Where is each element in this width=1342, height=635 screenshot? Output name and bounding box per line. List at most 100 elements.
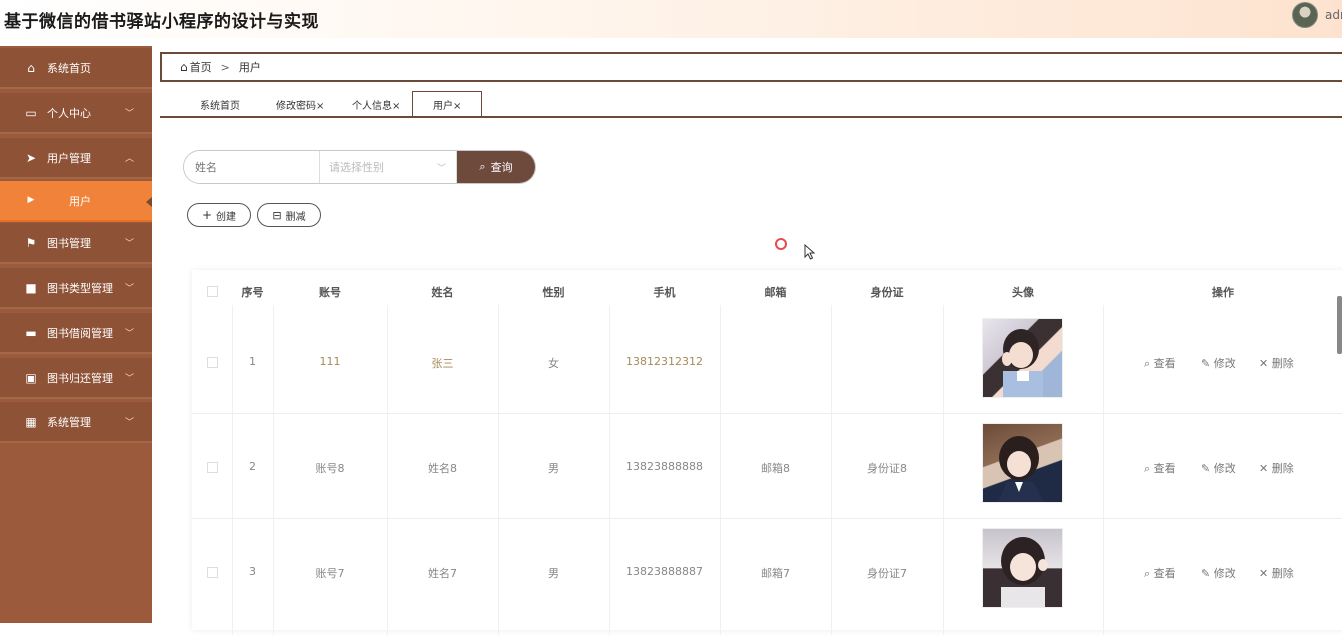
query-button-label: 查询 [490,161,513,174]
column-header[interactable]: 头像 [943,284,1103,300]
sidebar-item-borrow-management[interactable]: ▬ 图书借阅管理 ﹀ [0,313,152,354]
tab-users[interactable]: 用户× [412,91,483,117]
column-header[interactable]: 手机 [609,284,720,300]
cell-phone: 13823888888 [626,460,703,473]
sidebar-item-users[interactable]: ▶ 用户 [0,181,152,222]
sidebar-item-user-management[interactable]: ➤ 用户管理 ︿ [0,138,152,179]
pencil-icon: ✎ [1201,462,1214,475]
chevron-down-icon: ﹀ [436,163,446,174]
sidebar-item-book-type-management[interactable]: ■ 图书类型管理 ﹀ [0,268,152,309]
caret-right-icon: ▶ [27,195,35,205]
home-icon: ⌂ [27,60,35,75]
sidebar: ⌂ 系统首页 ▭ 个人中心 ﹀ ➤ 用户管理 ︿ ▶ 用户 ⚑ 图书管理 ﹀ ■… [0,46,152,623]
gender-select[interactable]: 请选择性别 ﹀ [320,151,457,183]
view-button[interactable]: ⌕ 查看 [1144,565,1176,581]
click-indicator [775,238,787,250]
mouse-cursor-icon [804,244,816,260]
top-bar: 基于微信的借书驿站小程序的设计与实现 admin [0,0,1342,38]
tab-change-password[interactable]: 修改密码× [276,92,324,116]
search-bar: 请选择性别 ﹀ ⌕ 查询 [183,150,536,184]
user-name[interactable]: admin [1325,8,1342,22]
sidebar-item-personal-center[interactable]: ▭ 个人中心 ﹀ [0,93,152,134]
search-icon: ⌕ [1144,462,1154,475]
clipboard-icon: ▣ [25,370,37,385]
row-checkbox[interactable] [207,462,218,473]
sidebar-item-label: 系统首页 [47,61,91,75]
name-search-input[interactable] [184,151,320,183]
breadcrumb: ⌂ 首页 > 用户 [160,52,1342,82]
column-header[interactable]: 身份证 [831,284,943,300]
cell-id-card: 身份证7 [867,567,907,580]
cell-id-card: 身份证8 [867,462,907,475]
edit-label: 修改 [1213,462,1236,475]
sidebar-item-label: 用户管理 [47,151,91,165]
cell-index: 1 [249,355,256,368]
select-all-checkbox[interactable] [207,286,218,297]
minus-box-icon: ⊟ [272,208,282,222]
grid-icon: ▦ [25,414,37,429]
send-icon: ➤ [25,150,37,165]
close-icon: ✕ [1259,357,1272,370]
column-header[interactable]: 序号 [232,284,273,300]
delete-selected-button-label: 删减 [285,211,306,223]
view-button[interactable]: ⌕ 查看 [1144,355,1176,371]
chevron-up-icon: ︿ [124,154,134,164]
avatar-photo[interactable] [982,318,1063,398]
cell-gender: 女 [548,357,559,370]
view-button[interactable]: ⌕ 查看 [1144,460,1176,476]
avatar-photo-art [997,436,1044,502]
active-indicator [146,197,152,207]
column-header[interactable]: 邮箱 [720,284,831,300]
row-checkbox[interactable] [207,567,218,578]
delete-label: 删除 [1271,462,1294,475]
user-avatar[interactable] [1292,2,1318,28]
sidebar-item-label: 图书管理 [47,236,91,250]
tab-personal-info[interactable]: 个人信息× [352,92,400,116]
edit-button[interactable]: ✎ 修改 [1201,355,1236,371]
column-header[interactable]: 账号 [273,284,387,300]
create-button[interactable]: + 创建 [187,203,251,227]
sidebar-item-book-management[interactable]: ⚑ 图书管理 ﹀ [0,223,152,264]
ticket-icon: ▬ [25,325,37,340]
avatar-photo[interactable] [982,423,1063,503]
sidebar-item-system-management[interactable]: ▦ 系统管理 ﹀ [0,402,152,443]
query-button[interactable]: ⌕ 查询 [457,151,535,183]
cell-gender: 男 [548,462,559,475]
chevron-down-icon: ﹀ [124,239,134,249]
breadcrumb-home[interactable]: 首页 [190,59,212,75]
cell-name: 姓名7 [428,567,457,580]
create-button-label: 创建 [216,211,237,223]
delete-button[interactable]: ✕ 删除 [1259,460,1294,476]
edit-button[interactable]: ✎ 修改 [1201,460,1236,476]
chevron-down-icon: ﹀ [124,284,134,294]
cell-index: 2 [249,460,256,473]
sidebar-item-label: 系统管理 [47,415,91,429]
delete-button[interactable]: ✕ 删除 [1259,355,1294,371]
column-header[interactable]: 操作 [1103,284,1342,300]
card-icon: ▭ [25,105,37,120]
cell-index: 3 [249,565,256,578]
column-header[interactable]: 姓名 [387,284,498,300]
breadcrumb-current: 用户 [238,61,261,74]
column-divider [1103,305,1104,635]
home-icon[interactable]: ⌂ [180,60,188,74]
column-header[interactable]: 性别 [498,284,609,300]
view-label: 查看 [1153,567,1176,580]
avatar-photo-art [1002,329,1043,397]
page-scrollbar[interactable] [1337,296,1342,354]
users-table: 序号 账号 姓名 性别 手机 邮箱 身份证 头像 操作 1 111 张三 女 1… [192,270,1342,635]
cell-phone: 13812312312 [626,355,703,368]
sidebar-item-label: 用户 [69,194,91,208]
sidebar-item-home[interactable]: ⌂ 系统首页 [0,48,152,89]
edit-label: 修改 [1213,567,1236,580]
tab-home[interactable]: 系统首页 [200,92,240,116]
cell-name: 姓名8 [428,462,457,475]
delete-button[interactable]: ✕ 删除 [1259,565,1294,581]
avatar-photo[interactable] [982,528,1063,608]
chevron-down-icon: ﹀ [124,109,134,119]
delete-selected-button[interactable]: ⊟ 删减 [257,203,321,227]
edit-button[interactable]: ✎ 修改 [1201,565,1236,581]
row-checkbox[interactable] [207,357,218,368]
column-divider [943,305,944,635]
sidebar-item-return-management[interactable]: ▣ 图书归还管理 ﹀ [0,358,152,399]
